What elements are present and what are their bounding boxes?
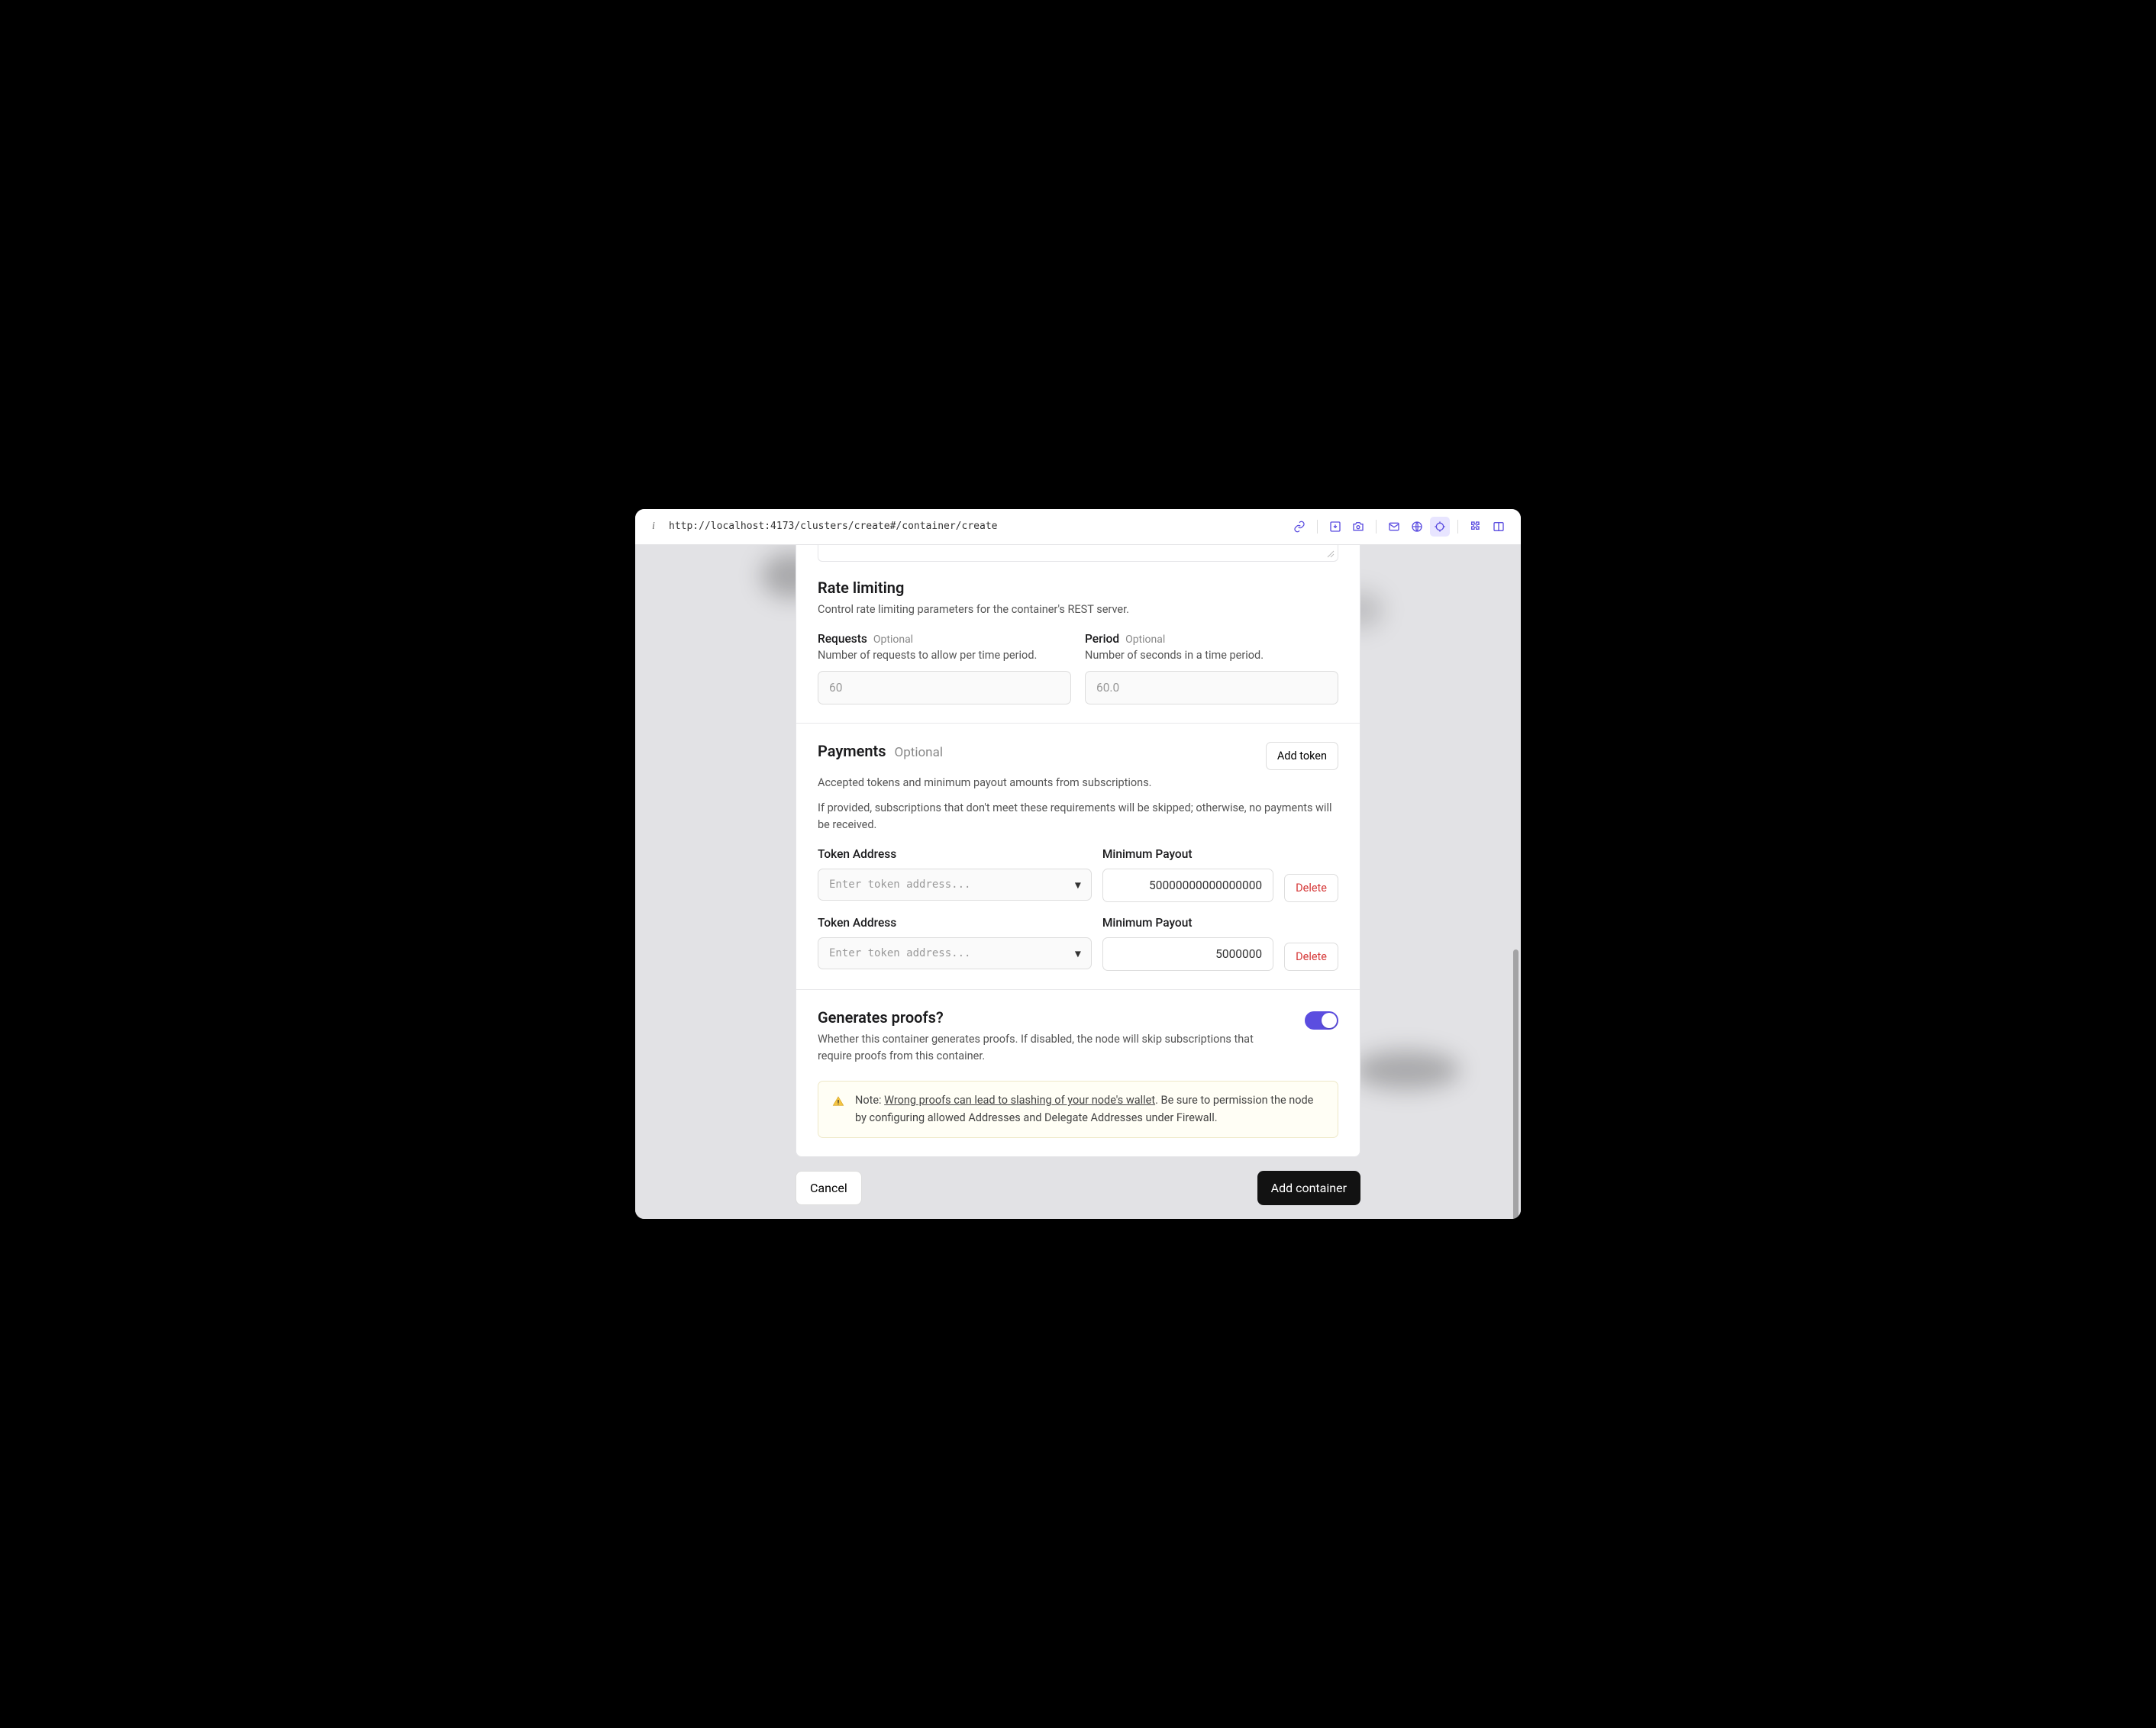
note-prefix: Note: bbox=[855, 1094, 884, 1107]
browser-actions bbox=[1289, 517, 1509, 537]
scrollbar[interactable] bbox=[1513, 949, 1519, 1219]
period-label: Period bbox=[1085, 632, 1119, 646]
resize-handle[interactable] bbox=[818, 545, 1338, 562]
min-payout-input[interactable] bbox=[1102, 937, 1273, 971]
delete-button[interactable]: Delete bbox=[1284, 874, 1338, 902]
payments-section: Payments Optional Add token Accepted tok… bbox=[796, 724, 1360, 990]
panel-icon[interactable] bbox=[1489, 517, 1509, 537]
min-payout-input[interactable] bbox=[1102, 869, 1273, 902]
camera-icon[interactable] bbox=[1348, 517, 1368, 537]
proofs-section: Generates proofs? Whether this container… bbox=[796, 990, 1360, 1156]
period-field: Period Optional Number of seconds in a t… bbox=[1085, 632, 1338, 704]
toggle-knob bbox=[1322, 1013, 1337, 1028]
payments-title-text: Payments bbox=[818, 742, 886, 760]
optional-tag: Optional bbox=[1125, 633, 1165, 646]
note-box: Note: Wrong proofs can lead to slashing … bbox=[818, 1081, 1338, 1138]
token-address-input[interactable] bbox=[818, 937, 1092, 969]
section-desc: Accepted tokens and minimum payout amoun… bbox=[818, 775, 1338, 791]
token-address-input[interactable] bbox=[818, 869, 1092, 901]
browser-content: Rate limiting Control rate limiting para… bbox=[635, 545, 1521, 1219]
token-address-label: Token Address bbox=[818, 847, 1092, 861]
divider bbox=[1376, 520, 1377, 534]
proofs-toggle[interactable] bbox=[1305, 1011, 1338, 1030]
field-hint: Number of requests to allow per time per… bbox=[818, 649, 1071, 662]
add-container-button[interactable]: Add container bbox=[1257, 1171, 1360, 1205]
link-icon[interactable] bbox=[1289, 517, 1309, 537]
divider bbox=[1457, 520, 1458, 534]
section-desc: Control rate limiting parameters for the… bbox=[818, 601, 1338, 618]
url-bar[interactable]: http://localhost:4173/clusters/create#/c… bbox=[669, 521, 1280, 532]
section-title: Payments Optional bbox=[818, 742, 943, 760]
bg-blur bbox=[1353, 1051, 1460, 1089]
extension-icon[interactable] bbox=[1466, 517, 1486, 537]
crosshair-icon[interactable] bbox=[1430, 517, 1450, 537]
info-icon: i bbox=[647, 521, 660, 533]
cancel-button[interactable]: Cancel bbox=[796, 1171, 862, 1205]
rate-limiting-section: Rate limiting Control rate limiting para… bbox=[796, 571, 1360, 724]
globe-icon[interactable] bbox=[1407, 517, 1427, 537]
payment-row: Token Address ▾ Minimum Payout Delete bbox=[818, 847, 1338, 902]
delete-button[interactable]: Delete bbox=[1284, 943, 1338, 971]
add-token-button[interactable]: Add token bbox=[1266, 742, 1338, 770]
requests-label: Requests bbox=[818, 632, 867, 646]
browser-window: i http://localhost:4173/clusters/create#… bbox=[635, 509, 1521, 1219]
period-input[interactable] bbox=[1085, 671, 1338, 704]
optional-tag: Optional bbox=[895, 745, 943, 760]
requests-input[interactable] bbox=[818, 671, 1071, 704]
browser-chrome: i http://localhost:4173/clusters/create#… bbox=[635, 509, 1521, 545]
note-underlined: Wrong proofs can lead to slashing of you… bbox=[884, 1094, 1155, 1107]
field-hint: Number of seconds in a time period. bbox=[1085, 649, 1338, 662]
section-title: Rate limiting bbox=[818, 579, 1338, 597]
min-payout-label: Minimum Payout bbox=[1102, 916, 1273, 930]
payment-row: Token Address ▾ Minimum Payout Delete bbox=[818, 916, 1338, 971]
field-label: Period Optional bbox=[1085, 632, 1338, 646]
textarea-tail bbox=[796, 545, 1360, 562]
token-address-label: Token Address bbox=[818, 916, 1092, 930]
mail-icon[interactable] bbox=[1384, 517, 1404, 537]
download-icon[interactable] bbox=[1325, 517, 1345, 537]
requests-field: Requests Optional Number of requests to … bbox=[818, 632, 1071, 704]
section-title: Generates proofs? bbox=[818, 1008, 1289, 1027]
form-footer: Cancel Add container bbox=[796, 1157, 1360, 1219]
note-text: Note: Wrong proofs can lead to slashing … bbox=[855, 1092, 1324, 1127]
divider bbox=[1317, 520, 1318, 534]
warning-icon bbox=[832, 1095, 844, 1111]
container-form-modal: Rate limiting Control rate limiting para… bbox=[796, 545, 1360, 1157]
section-desc: Whether this container generates proofs.… bbox=[818, 1031, 1289, 1065]
min-payout-label: Minimum Payout bbox=[1102, 847, 1273, 861]
section-extra: If provided, subscriptions that don't me… bbox=[818, 800, 1338, 833]
optional-tag: Optional bbox=[873, 633, 913, 646]
field-label: Requests Optional bbox=[818, 632, 1071, 646]
